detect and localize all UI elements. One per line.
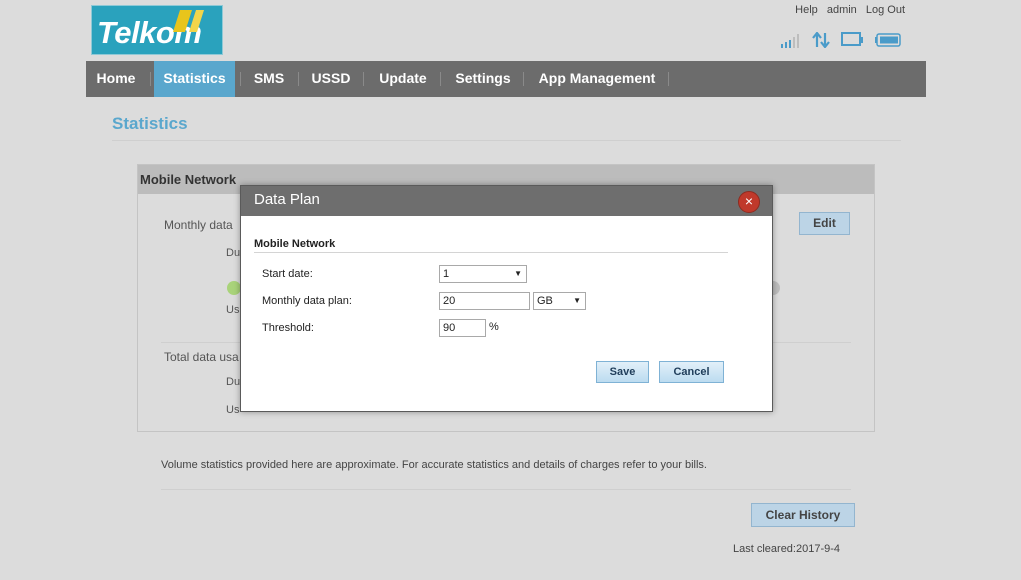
admin-link[interactable]: admin [827, 4, 857, 16]
battery-icon [875, 33, 901, 47]
monthly-data-plan-label: Monthly data plan: [262, 295, 352, 307]
telkom-logo: Telkom [91, 5, 223, 55]
page-title: Statistics [112, 114, 188, 133]
threshold-unit: % [489, 321, 499, 333]
used-label: Us [226, 404, 240, 416]
data-plan-dialog: Data Plan × Mobile Network Start date: 1… [240, 185, 773, 412]
nav-separator [240, 72, 241, 86]
logout-link[interactable]: Log Out [866, 4, 905, 16]
footer-divider [161, 489, 851, 490]
chevron-down-icon: ▼ [514, 269, 522, 278]
threshold-label: Threshold: [262, 322, 314, 334]
title-divider [112, 140, 901, 141]
chevron-down-icon: ▼ [573, 296, 581, 305]
nav-separator [668, 72, 669, 86]
nav-separator [363, 72, 364, 86]
total-data-label: Total data usa [164, 350, 239, 364]
edit-button[interactable]: Edit [799, 212, 850, 235]
start-date-select[interactable]: 1 ▼ [439, 265, 527, 283]
nav-statistics[interactable]: Statistics [154, 61, 235, 97]
dialog-section-divider [254, 252, 728, 253]
dialog-section-title: Mobile Network [254, 238, 336, 250]
data-unit-select[interactable]: GB ▼ [533, 292, 586, 310]
nav-ussd[interactable]: USSD [306, 61, 356, 97]
last-cleared-text: Last cleared:2017-9-4 [733, 543, 841, 555]
monthly-data-label: Monthly data [164, 218, 233, 232]
close-icon[interactable]: × [738, 191, 760, 213]
nav-separator [523, 72, 524, 86]
dialog-title: Data Plan [241, 186, 772, 216]
nav-update[interactable]: Update [374, 61, 432, 97]
start-date-value: 1 [443, 268, 450, 280]
nav-separator [440, 72, 441, 86]
duration-label: Du [226, 247, 241, 259]
monitor-icon [841, 32, 863, 46]
start-date-label: Start date: [262, 268, 313, 280]
top-links: Help admin Log Out [789, 4, 905, 16]
usage-bar-start [227, 281, 241, 295]
nav-sms[interactable]: SMS [246, 61, 292, 97]
status-icons [779, 30, 904, 52]
nav-separator [150, 72, 151, 86]
logo-chevrons-icon [173, 10, 204, 32]
nav-app-management[interactable]: App Management [533, 61, 661, 97]
nav-separator [298, 72, 299, 86]
volume-disclaimer: Volume statistics provided here are appr… [161, 459, 707, 471]
nav-settings[interactable]: Settings [451, 61, 515, 97]
main-nav: Home Statistics SMS USSD Update Settings… [86, 61, 926, 97]
nav-home[interactable]: Home [86, 61, 146, 97]
duration-label: Du [226, 376, 241, 388]
help-link[interactable]: Help [795, 4, 818, 16]
cancel-button[interactable]: Cancel [659, 361, 724, 383]
threshold-input[interactable]: 90 [439, 319, 486, 337]
data-transfer-icon [812, 32, 830, 48]
data-unit-value: GB [537, 295, 553, 307]
monthly-data-plan-input[interactable]: 20 [439, 292, 530, 310]
signal-icon [781, 34, 799, 48]
save-button[interactable]: Save [596, 361, 649, 383]
clear-history-button[interactable]: Clear History [751, 503, 855, 527]
used-label: Us [226, 304, 240, 316]
